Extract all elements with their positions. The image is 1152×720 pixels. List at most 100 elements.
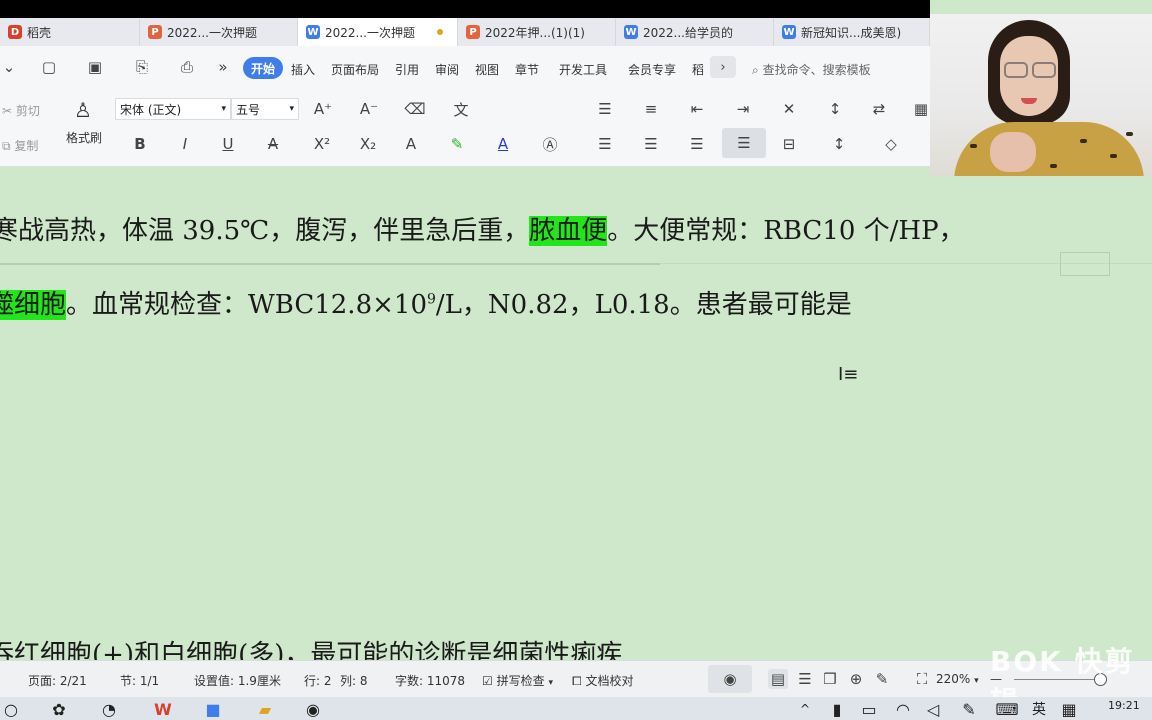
cut-button[interactable]: ✂ 剪切 [2,102,40,119]
highlight-pen-icon[interactable]: ✎ [444,132,470,156]
align-left-icon[interactable]: ☰ [592,132,618,156]
save-icon[interactable]: ▣ [86,58,104,76]
shading-icon[interactable]: ◇ [878,132,904,156]
chevron-down-icon: ▾ [974,676,979,686]
numbered-list-icon[interactable]: ≡ [638,97,664,121]
chevron-down-icon: ▾ [548,678,553,688]
phonetic-icon[interactable]: 文 [448,97,474,121]
zoom-level[interactable]: 220% ▾ [936,672,979,686]
line-spacing-icon[interactable]: ↕ [826,132,852,156]
volume-icon[interactable]: ◁ [922,699,944,719]
writing-mode-icon[interactable]: ✎ [872,669,892,689]
ppt-icon: P [148,25,162,39]
menu-view[interactable]: 视图 [475,61,499,78]
menu-insert[interactable]: 插入 [291,61,315,78]
copy-button[interactable]: ⧉ 复制 [2,137,38,154]
tab-document[interactable]: P 2022年押...(1)(1) [458,18,616,46]
paragraph-mark-icon[interactable]: ⇄ [866,97,892,121]
menu-daoke[interactable]: 稻 [692,61,704,78]
document-line-3[interactable]: 吞红细胞(+)和白细胞(多)，最可能的诊断是细菌性痢疾 [0,634,622,660]
text-effect-icon[interactable]: A [398,132,424,156]
wifi-icon[interactable]: ◠ [892,699,914,719]
char-border-icon[interactable]: Ⓐ [537,132,563,156]
menu-chapter[interactable]: 章节 [515,61,539,78]
export-icon[interactable]: ⎘ [133,58,151,76]
window-top-strip [0,0,930,18]
margin-rule [0,263,660,265]
menu-review[interactable]: 审阅 [435,61,459,78]
keyboard-icon[interactable]: ⌨ [995,699,1018,719]
folder-icon[interactable]: ▰ [254,699,276,719]
input-method[interactable]: 英 [1028,699,1050,719]
tab-label: 2022年押...(1)(1) [485,25,585,40]
grow-font-icon[interactable]: A⁺ [310,97,336,121]
chevron-right-icon[interactable]: › [710,56,736,78]
subscript-icon[interactable]: X₂ [355,132,381,156]
font-size-select[interactable]: 五号 ▾ [231,98,299,120]
fan-icon[interactable]: ✿ [48,699,70,719]
menu-member[interactable]: 会员专享 [628,61,676,78]
align-right-icon[interactable]: ☰ [684,132,710,156]
text-run: 。血常规检查：WBC12.8×10 [66,290,427,320]
web-view-icon[interactable]: ⊕ [846,669,866,689]
tab-document[interactable]: W 2022...给学员的 [616,18,774,46]
reading-view-icon[interactable]: ❒ [820,669,840,689]
chinese-layout-icon[interactable]: ✕ [776,97,802,121]
proofread-button[interactable]: ⧠ 文档校对 [572,672,633,689]
new-file-icon[interactable]: ▢ [40,58,58,76]
format-painter-icon[interactable]: ♙ [74,98,92,122]
bullet-list-icon[interactable]: ☰ [592,97,618,121]
microphone-icon[interactable]: ▮ [826,699,848,719]
tab-document-active[interactable]: W 2022...一次押题 [298,18,458,46]
font-name-select[interactable]: 宋体 (正文) ▾ [115,98,231,120]
italic-icon[interactable]: I [172,132,198,156]
font-color-icon[interactable]: A [490,132,516,156]
menu-developer[interactable]: 开发工具 [559,61,607,78]
tab-label: 2022...一次押题 [325,25,415,40]
tab-document[interactable]: P 2022...一次押题 [140,18,298,46]
spellcheck-button[interactable]: ☑ 拼写检查 ▾ [482,672,553,689]
underline-icon[interactable]: U [215,132,241,156]
format-painter-label[interactable]: 格式刷 [66,129,102,146]
column-indicator: 列: 8 [340,674,368,688]
wps-app-icon[interactable]: W [152,699,174,719]
chevron-up-icon[interactable]: ^ [794,699,816,719]
superscript-icon[interactable]: X² [309,132,335,156]
menu-page-layout[interactable]: 页面布局 [331,61,379,78]
page-view-icon[interactable]: ▤ [768,669,788,689]
ribbon-toolbar: ✂ 剪切 ⧉ 复制 ♙ 格式刷 宋体 (正文) ▾ 五号 ▾ A⁺ A⁻ ⌫ 文… [0,92,930,167]
font-name-value: 宋体 (正文) [120,102,182,117]
eye-icon[interactable]: ◉ [708,665,752,693]
print-icon[interactable]: ⎙ [178,58,196,76]
tab-document[interactable]: W 新冠知识...成美恩) [774,18,930,46]
more-icon[interactable]: » [214,58,232,76]
clear-format-icon[interactable]: ⌫ [402,97,428,121]
document-line-2[interactable]: 噬细胞。血常规检查：WBC12.8×109/L，N0.82，L0.18。患者最可… [0,284,852,321]
ime-grid-icon[interactable]: ▦ [1058,699,1080,719]
distributed-align-icon[interactable]: ⊟ [776,132,802,156]
obs-icon[interactable]: ◉ [302,699,324,719]
decrease-indent-icon[interactable]: ⇤ [684,97,710,121]
fit-page-icon[interactable]: ⛶ [912,669,932,689]
chevron-down-icon[interactable]: ⌄ [0,58,18,76]
page-indicator[interactable]: 页面: 2/21 [28,672,87,689]
shrink-font-icon[interactable]: A⁻ [356,97,382,121]
pen-icon[interactable]: ✎ [958,699,980,719]
search-icon[interactable]: ○ [0,699,22,719]
sort-icon[interactable]: ↕ [822,97,848,121]
command-search[interactable]: ⌕ 查找命令、搜索模板 [752,61,871,78]
outline-view-icon[interactable]: ☰ [795,669,815,689]
bold-icon[interactable]: B [127,132,153,156]
align-center-icon[interactable]: ☰ [638,132,664,156]
align-justify-icon[interactable]: ☰ [722,128,766,158]
menu-references[interactable]: 引用 [395,61,419,78]
document-line-1[interactable]: 寒战高热，体温 39.5℃，腹泻，伴里急后重，脓血便。大便常规：RBC10 个/… [0,210,965,247]
menu-start[interactable]: 开始 [243,57,283,79]
strikethrough-icon[interactable]: A [260,132,286,156]
app-icon[interactable]: ■ [202,699,224,719]
camera-icon[interactable]: ▭ [858,699,880,719]
word-count[interactable]: 字数: 11078 [395,672,465,689]
clock-app-icon[interactable]: ◔ [98,699,120,719]
tab-daoke[interactable]: D 稻壳 [0,18,140,46]
increase-indent-icon[interactable]: ⇥ [730,97,756,121]
